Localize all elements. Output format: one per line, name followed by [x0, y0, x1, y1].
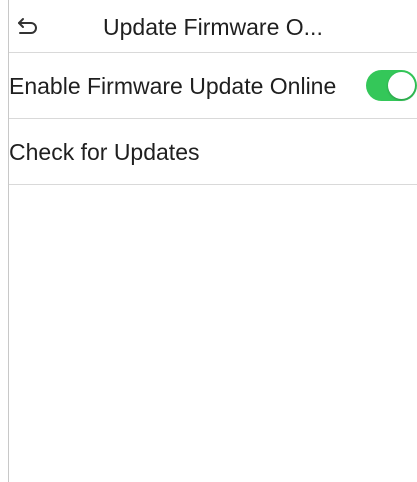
back-button[interactable] [9, 10, 49, 42]
toggle-knob [388, 72, 415, 99]
setting-label: Check for Updates [9, 139, 200, 165]
setting-row-check-for-updates[interactable]: Check for Updates [9, 119, 417, 185]
firmware-update-screen: Update Firmware O... Enable Firmware Upd… [0, 0, 417, 482]
enable-firmware-update-toggle[interactable] [366, 70, 417, 101]
setting-row-enable-firmware-update-online[interactable]: Enable Firmware Update Online [9, 53, 417, 119]
header-bar: Update Firmware O... [9, 0, 417, 53]
back-arrow-icon [18, 18, 37, 34]
page-title: Update Firmware O... [103, 14, 323, 40]
setting-label: Enable Firmware Update Online [9, 73, 337, 99]
